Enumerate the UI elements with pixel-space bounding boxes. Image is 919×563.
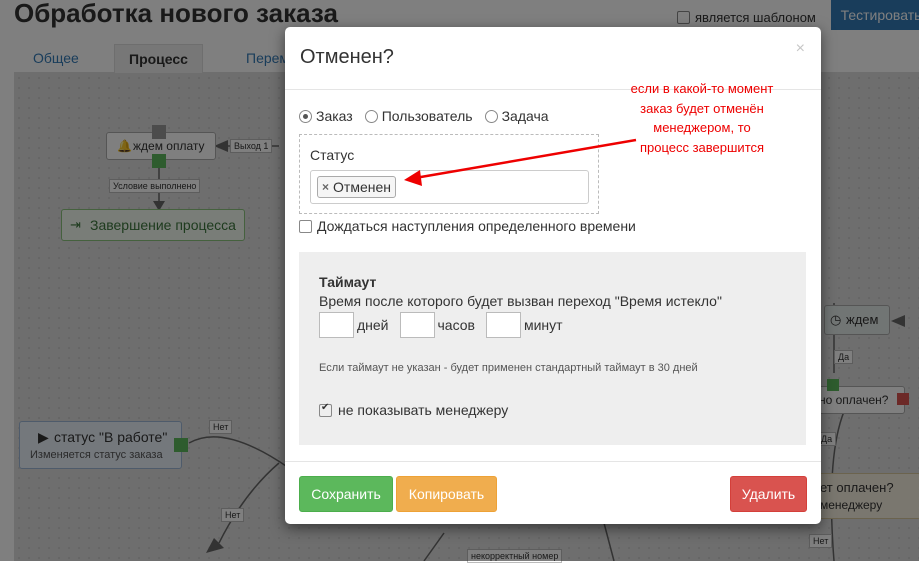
minutes-unit: минут — [523, 317, 563, 333]
radio-order-label: Заказ — [316, 108, 353, 124]
timeout-panel: Таймаут Время после которого будет вызва… — [299, 252, 806, 445]
timeout-description: Время после которого будет вызван перехо… — [319, 293, 722, 309]
status-label: Статус — [310, 147, 355, 163]
wait-time-checkbox[interactable]: Дождаться наступления определенного врем… — [299, 218, 636, 234]
copy-button[interactable]: Копировать — [396, 476, 497, 512]
status-group: Статус × Отменен — [299, 134, 599, 214]
days-unit: дней — [357, 317, 389, 333]
modal-footer-divider — [285, 461, 821, 462]
radio-order-dot[interactable] — [299, 109, 312, 123]
radio-task-dot[interactable] — [484, 109, 498, 123]
radio-user-label: Пользователь — [381, 108, 473, 124]
tag-remove-icon[interactable]: × — [322, 180, 329, 194]
status-tag-label: Отменен — [333, 179, 391, 195]
days-input[interactable] — [319, 312, 354, 338]
save-button[interactable]: Сохранить — [299, 476, 393, 512]
timeout-hint: Если таймаут не указан - будет применен … — [319, 362, 698, 374]
radio-task[interactable]: Задача — [484, 108, 549, 124]
delete-button[interactable]: Удалить — [730, 476, 807, 512]
wait-time-label: Дождаться наступления определенного врем… — [317, 218, 636, 234]
target-radio-group: Заказ Пользователь Задача — [299, 108, 549, 124]
annotation-note: если в какой-то момент заказ будет отмен… — [612, 79, 792, 157]
radio-order[interactable]: Заказ — [299, 108, 353, 124]
timeout-title: Таймаут — [319, 274, 377, 290]
annotation-line-1: если в какой-то момент — [630, 81, 774, 96]
hours-input[interactable] — [399, 312, 435, 338]
minutes-input[interactable] — [485, 312, 521, 338]
radio-task-label: Задача — [501, 108, 549, 124]
annotation-line-3: менеджером, то — [653, 120, 751, 135]
hide-from-manager-label: не показывать менеджеру — [338, 402, 509, 418]
hours-unit: часов — [437, 317, 475, 333]
wait-time-checkbox-box[interactable] — [299, 219, 312, 233]
modal-title: Отменен? — [300, 46, 394, 68]
close-icon[interactable]: × — [796, 40, 805, 58]
status-select[interactable]: × Отменен — [310, 170, 589, 204]
status-tag: × Отменен — [317, 176, 396, 198]
hide-from-manager-box[interactable] — [319, 402, 332, 417]
radio-user-dot[interactable] — [364, 109, 378, 123]
radio-user[interactable]: Пользователь — [364, 108, 473, 124]
annotation-line-2: заказ будет отменён — [640, 100, 764, 116]
hide-from-manager-checkbox[interactable]: не показывать менеджеру — [319, 402, 508, 418]
timeout-inputs: дней часов минут — [319, 312, 574, 338]
annotation-line-4: процесс завершится — [639, 139, 765, 155]
